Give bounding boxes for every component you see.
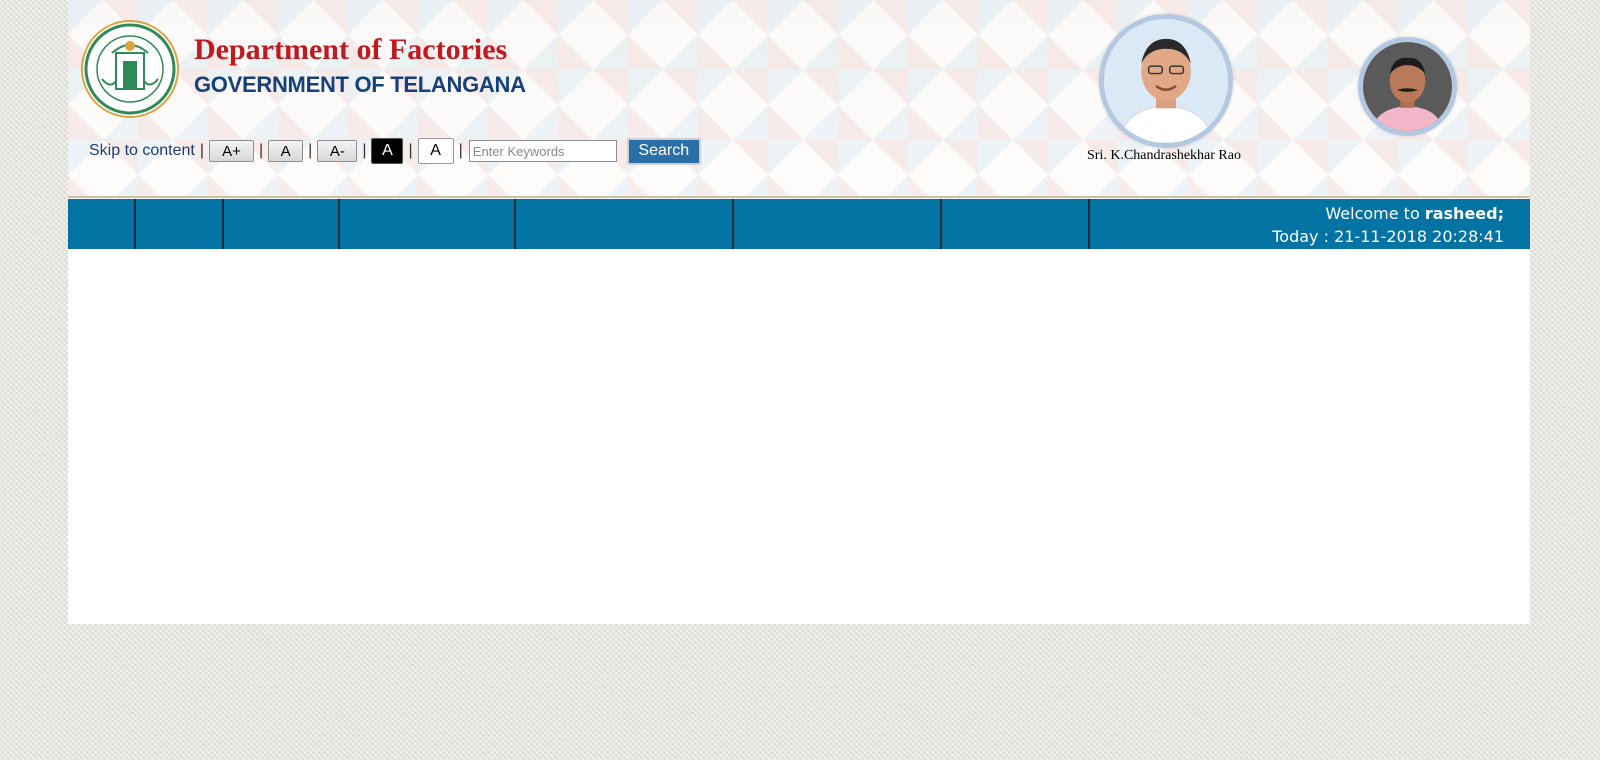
department-title: Department of Factories <box>194 33 508 66</box>
main-navigation-bar: Welcome to rasheed; Today : 21-11-2018 2… <box>68 199 1530 249</box>
font-increase-button[interactable]: A+ <box>209 140 254 162</box>
site-header: Department of Factories GOVERNMENT OF TE… <box>68 0 1530 198</box>
search-keywords-input[interactable] <box>468 140 617 162</box>
current-datetime: 21-11-2018 20:28:41 <box>1334 227 1504 246</box>
font-normal-button[interactable]: A <box>268 140 304 162</box>
high-contrast-dark-button[interactable]: A <box>371 138 404 164</box>
welcome-prefix: Welcome to <box>1325 204 1420 223</box>
today-prefix: Today : <box>1272 227 1329 246</box>
nav-item[interactable] <box>942 199 1090 249</box>
nav-item[interactable] <box>340 199 516 249</box>
accessibility-toolbar: Skip to content | A+ | A | A- | A | A | … <box>89 137 701 165</box>
separator: | <box>458 142 463 159</box>
chief-minister-caption: Sri. K.Chandrashekhar Rao <box>1087 148 1241 163</box>
separator: | <box>199 142 204 159</box>
nav-item[interactable] <box>224 199 340 249</box>
welcome-line: Welcome to rasheed; <box>1272 202 1504 225</box>
today-line: Today : 21-11-2018 20:28:41 <box>1272 225 1504 248</box>
separator: | <box>308 142 313 159</box>
nav-item[interactable] <box>734 199 942 249</box>
state-emblem-logo <box>81 20 179 118</box>
page-container: Department of Factories GOVERNMENT OF TE… <box>68 0 1530 624</box>
nav-item[interactable] <box>136 199 224 249</box>
skip-to-content-link[interactable]: Skip to content <box>89 142 195 160</box>
nav-item[interactable] <box>516 199 734 249</box>
nav-item[interactable] <box>68 199 136 249</box>
separator: | <box>362 142 367 159</box>
person-portrait-icon <box>1363 42 1452 131</box>
font-decrease-button[interactable]: A- <box>317 140 358 162</box>
minister-photo <box>1358 37 1457 136</box>
chief-minister-photo <box>1099 14 1233 148</box>
separator: | <box>408 142 413 159</box>
header-divider <box>68 196 1530 198</box>
government-subtitle: GOVERNMENT OF TELANGANA <box>194 72 526 97</box>
search-button[interactable]: Search <box>626 137 701 165</box>
separator: | <box>259 142 264 159</box>
username: rasheed; <box>1424 204 1504 223</box>
normal-contrast-light-button[interactable]: A <box>417 138 454 164</box>
main-content-area <box>68 249 1530 624</box>
welcome-panel: Welcome to rasheed; Today : 21-11-2018 2… <box>1272 202 1504 248</box>
person-portrait-icon <box>1104 19 1228 143</box>
